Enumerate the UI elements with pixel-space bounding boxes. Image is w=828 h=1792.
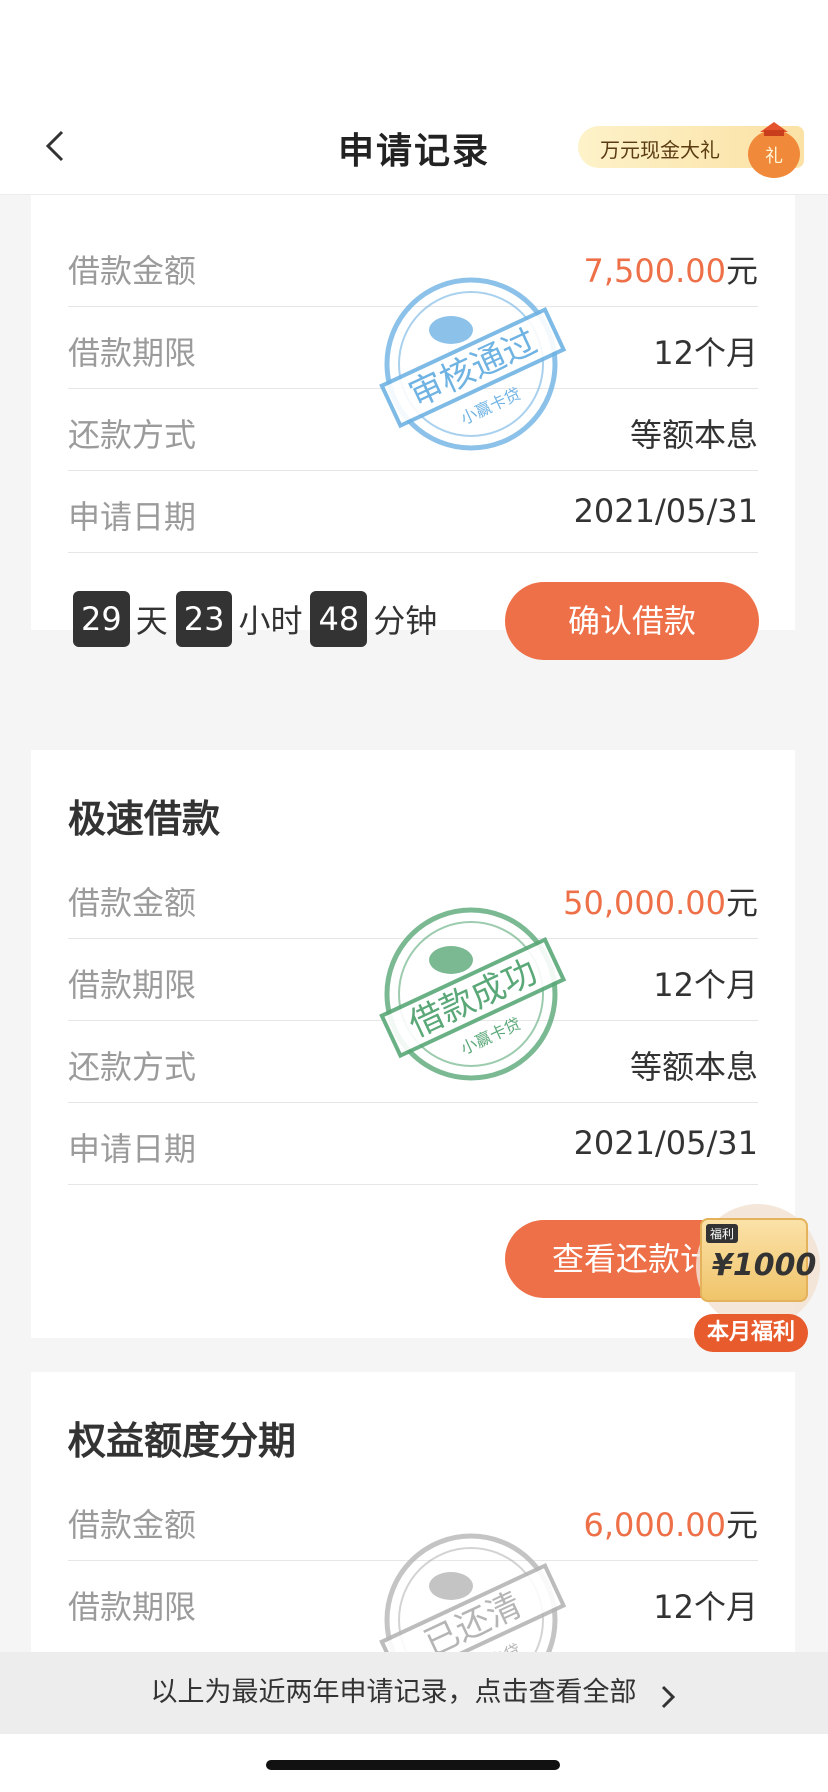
row-amount: 借款金额 7,500.00元 (68, 224, 758, 307)
row-label: 借款期限 (68, 1588, 197, 1626)
view-all-records-bar[interactable]: 以上为最近两年申请记录，点击查看全部 (0, 1652, 828, 1734)
row-value: 7,500.00元 (583, 246, 758, 292)
record-list[interactable]: 借款金额 7,500.00元 借款期限 12个月 还款方式 等额本息 申请日期 … (0, 194, 828, 1652)
card-title: 极速借款 (68, 797, 221, 841)
row-value: 6,000.00元 (583, 1500, 758, 1546)
row-value: 2021/05/31 (573, 1124, 758, 1162)
row-term: 借款期限 12个月 (68, 1560, 758, 1642)
countdown-days: 29 (73, 591, 130, 647)
countdown: 29 天 23 小时 48 分钟 (73, 590, 445, 648)
nav-bar: 申请记录 万元现金大礼 礼 (0, 98, 828, 195)
reward-amount: ¥1000 (712, 1248, 817, 1283)
countdown-minutes: 48 (310, 591, 368, 647)
row-amount: 借款金额 50,000.00元 (68, 856, 758, 939)
row-value: 12个月 (653, 1588, 758, 1626)
row-value: 12个月 (653, 966, 758, 1004)
status-bar (0, 0, 828, 98)
row-value: 2021/05/31 (573, 492, 758, 530)
countdown-hours-unit: 小时 (238, 602, 303, 640)
record-card: 极速借款 借款金额 50,000.00元 借款期限 12个月 还款方式 等额本息… (31, 750, 795, 1338)
footer-text: 以上为最近两年申请记录，点击查看全部 (150, 1677, 637, 1708)
row-term: 借款期限 12个月 (68, 938, 758, 1021)
row-value: 50,000.00元 (563, 878, 758, 924)
countdown-days-unit: 天 (135, 602, 168, 640)
row-date: 申请日期 2021/05/31 (68, 1102, 758, 1185)
reward-ticket: 福利 ¥1000 (700, 1218, 816, 1302)
row-value: 等额本息 (629, 1048, 758, 1086)
countdown-hours: 23 (175, 591, 233, 647)
record-card: 权益额度分期 借款金额 6,000.00元 借款期限 12个月 已还清 小赢卡贷 (31, 1372, 795, 1652)
home-indicator[interactable] (266, 1760, 560, 1770)
amount-unit: 元 (725, 1506, 758, 1544)
record-card: 借款金额 7,500.00元 借款期限 12个月 还款方式 等额本息 申请日期 … (31, 194, 795, 660)
gift-bag-icon[interactable]: 礼 (738, 116, 810, 180)
row-value: 12个月 (653, 334, 758, 372)
promo-banner-text: 万元现金大礼 (600, 138, 720, 162)
amount-unit: 元 (725, 884, 758, 922)
row-value: 等额本息 (629, 416, 758, 454)
row-label: 借款金额 (68, 252, 197, 290)
confirm-loan-button[interactable]: 确认借款 (505, 582, 759, 660)
row-repayment: 还款方式 等额本息 (68, 388, 758, 471)
row-label: 还款方式 (68, 1048, 197, 1086)
amount-unit: 元 (725, 252, 758, 290)
loan-amount: 6,000.00 (583, 1506, 726, 1544)
row-repayment: 还款方式 等额本息 (68, 1020, 758, 1103)
reward-tag: 福利 (706, 1224, 739, 1243)
row-label: 申请日期 (68, 498, 197, 536)
row-label: 借款金额 (68, 884, 197, 922)
row-amount: 借款金额 6,000.00元 (68, 1478, 758, 1561)
row-label: 借款期限 (68, 334, 197, 372)
row-label: 借款金额 (68, 1506, 197, 1544)
loan-amount: 50,000.00 (563, 884, 726, 922)
row-label: 还款方式 (68, 416, 197, 454)
row-label: 申请日期 (68, 1130, 197, 1168)
reward-label: 本月福利 (694, 1314, 808, 1352)
row-label: 借款期限 (68, 966, 197, 1004)
monthly-reward-widget[interactable]: 福利 ¥1000 本月福利 (688, 1204, 824, 1356)
row-term: 借款期限 12个月 (68, 306, 758, 389)
chevron-right-icon (658, 1683, 678, 1711)
row-date: 申请日期 2021/05/31 (68, 470, 758, 553)
loan-amount: 7,500.00 (583, 252, 726, 290)
gift-bag-char: 礼 (765, 146, 783, 167)
card-title: 权益额度分期 (68, 1419, 297, 1463)
countdown-minutes-unit: 分钟 (373, 602, 438, 640)
